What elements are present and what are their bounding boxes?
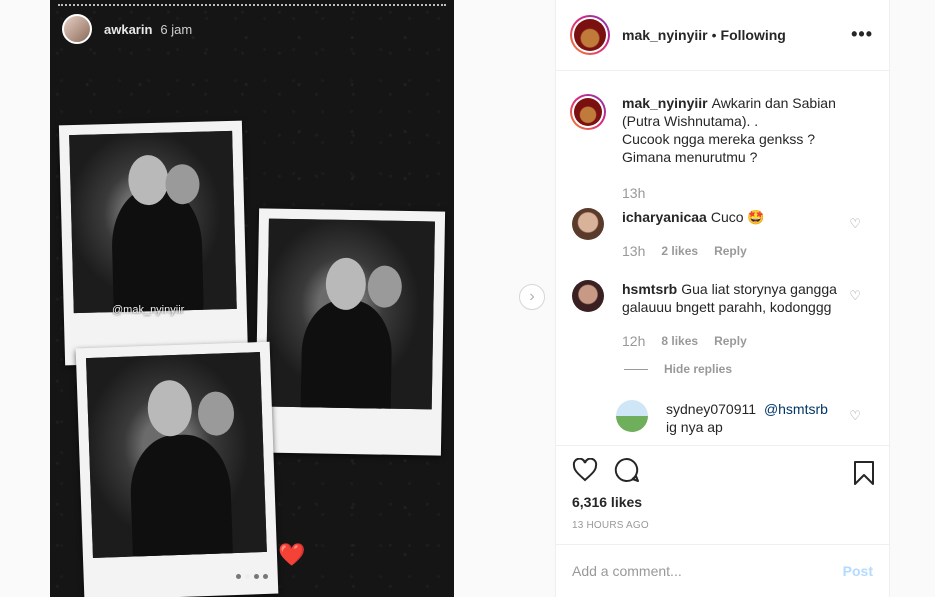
polaroid-photo-1	[58, 120, 249, 366]
story-media[interactable]: awkarin 6 jam @mak_nyinyiir ❤️	[50, 0, 454, 597]
carousel-dot-active	[245, 574, 250, 579]
story-header: awkarin 6 jam	[62, 14, 192, 44]
carousel-dot	[236, 574, 241, 579]
replies-divider-line	[624, 368, 648, 370]
couple-photo	[265, 218, 435, 410]
reply-username[interactable]: sydney070911	[666, 401, 756, 417]
story-watermark: @mak_nyinyiir	[112, 304, 185, 316]
comment-body: hsmtsrb Gua liat storynya gangga galauuu …	[622, 280, 852, 350]
carousel-dot	[263, 574, 268, 579]
comment-item: hsmtsrb Gua liat storynya gangga galauuu …	[572, 280, 873, 350]
caption-line-3: Gimana menurutmu ?	[622, 149, 758, 165]
comment-input[interactable]	[572, 563, 843, 579]
comment-time[interactable]: 12h	[622, 332, 645, 350]
commenter-avatar[interactable]	[572, 208, 604, 240]
reply-item: sydney070911 @hsmtsrb ig nya ap ♡	[616, 400, 873, 436]
comment-likes[interactable]: 8 likes	[661, 332, 698, 350]
following-button[interactable]: Following	[721, 27, 786, 43]
comment-username[interactable]: icharyanicaa	[622, 209, 707, 225]
add-comment-bar: Post	[556, 544, 889, 597]
comment-body: icharyanicaa Cuco 🤩 13h 2 likes Reply	[622, 208, 852, 260]
bookmark-icon[interactable]	[853, 460, 875, 491]
more-options-icon[interactable]: •••	[851, 24, 873, 45]
comment-item: icharyanicaa Cuco 🤩 13h 2 likes Reply ♡	[572, 208, 873, 260]
reply-text: ig nya ap	[666, 419, 723, 435]
carousel-dots	[236, 574, 268, 579]
reply-button[interactable]: Reply	[714, 242, 747, 260]
like-icon[interactable]	[572, 457, 598, 487]
heart-sticker: ❤️	[278, 542, 306, 567]
polaroid-photo-3	[75, 341, 279, 597]
couple-photo	[86, 352, 267, 558]
comment-time[interactable]: 13h	[622, 242, 645, 260]
caption-body: mak_nyinyiir Awkarin dan Sabian (Putra Wi…	[622, 94, 852, 202]
reply-body: sydney070911 @hsmtsrb ig nya ap	[666, 400, 846, 436]
hide-replies-button[interactable]: Hide replies	[624, 362, 873, 376]
polaroid-photo-2	[254, 208, 446, 456]
comment-username[interactable]: hsmtsrb	[622, 281, 677, 297]
hide-replies-label: Hide replies	[664, 362, 733, 376]
next-slide-button[interactable]: ›	[519, 284, 545, 310]
heart-outline-icon[interactable]: ♡	[849, 288, 861, 304]
header-separator: •	[711, 27, 717, 43]
reply-button[interactable]: Reply	[714, 332, 747, 350]
heart-outline-icon[interactable]: ♡	[849, 216, 861, 232]
post-header: mak_nyinyiir • Following •••	[556, 0, 889, 71]
instagram-post-view: awkarin 6 jam @mak_nyinyiir ❤️ › mak_nyi…	[0, 0, 935, 597]
comment-icon[interactable]	[614, 457, 640, 488]
story-avatar	[62, 14, 92, 44]
comments-list[interactable]: mak_nyinyiir Awkarin dan Sabian (Putra Wi…	[556, 72, 889, 445]
replier-avatar[interactable]	[616, 400, 648, 432]
post-comment-button[interactable]: Post	[843, 563, 873, 579]
post-actions: 6,316 likes 13 HOURS AGO	[556, 445, 889, 544]
caption: mak_nyinyiir Awkarin dan Sabian (Putra Wi…	[570, 94, 873, 202]
couple-photo	[69, 130, 237, 314]
author-avatar[interactable]	[570, 15, 610, 55]
comment-likes[interactable]: 2 likes	[661, 242, 698, 260]
caption-username[interactable]: mak_nyinyiir	[622, 95, 708, 111]
carousel-dot	[254, 574, 259, 579]
post-timestamp[interactable]: 13 HOURS AGO	[572, 520, 873, 531]
commenter-avatar[interactable]	[572, 280, 604, 312]
caption-line-2: Cucook ngga mereka genkss ?	[622, 131, 815, 147]
author-avatar[interactable]	[570, 94, 606, 130]
caption-time[interactable]: 13h	[622, 184, 645, 202]
story-username: awkarin	[104, 21, 153, 37]
likes-count[interactable]: 6,316 likes	[572, 494, 873, 510]
author-username[interactable]: mak_nyinyiir	[622, 27, 708, 43]
post-side-panel: mak_nyinyiir • Following ••• mak_nyinyii…	[555, 0, 890, 597]
story-time: 6 jam	[160, 21, 193, 37]
comment-text: Cuco 🤩	[710, 209, 765, 225]
reply-mention[interactable]: @hsmtsrb	[764, 401, 828, 417]
heart-outline-icon[interactable]: ♡	[849, 408, 861, 424]
story-progress-bar	[58, 4, 446, 6]
